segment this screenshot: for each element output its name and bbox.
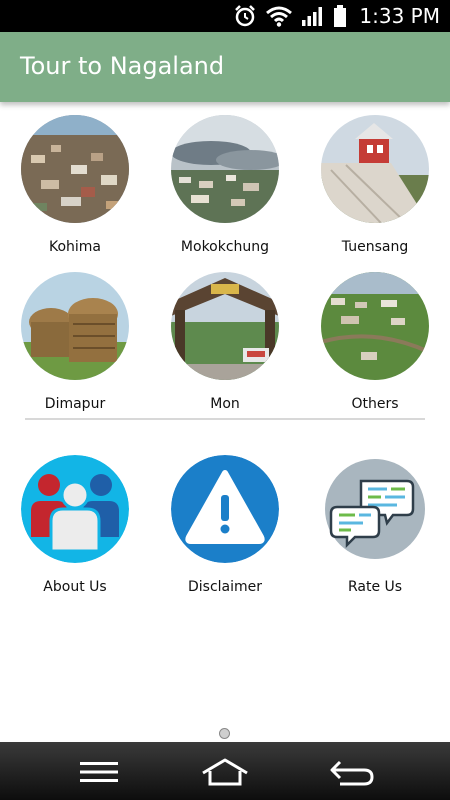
app-bar: Tour to Nagaland — [0, 32, 450, 102]
status-time: 1:33 PM — [359, 4, 440, 28]
tuensang-photo — [321, 115, 429, 223]
district-tile-mon[interactable]: Mon — [150, 272, 300, 412]
mokokchung-photo — [171, 115, 279, 223]
wifi-icon — [265, 5, 293, 27]
district-label: Mokokchung — [180, 239, 270, 255]
back-icon — [330, 760, 374, 786]
chat-bubbles-icon — [321, 455, 429, 563]
signal-icon — [301, 5, 325, 27]
district-label: Others — [351, 396, 399, 412]
section-divider — [25, 418, 425, 420]
disclaimer-button[interactable]: Disclaimer — [150, 455, 300, 595]
system-nav-bar — [0, 742, 450, 800]
people-icon — [21, 455, 129, 563]
home-icon — [202, 758, 248, 786]
district-label: Mon — [210, 396, 240, 412]
battery-icon — [333, 4, 347, 28]
district-tile-tuensang[interactable]: Tuensang — [300, 115, 450, 255]
menu-button[interactable] — [69, 752, 129, 792]
page-indicator-dot — [219, 728, 230, 739]
back-button[interactable] — [322, 752, 382, 792]
disclaimer-label: Disclaimer — [187, 579, 263, 595]
about-us-button[interactable]: About Us — [0, 455, 150, 595]
district-tile-dimapur[interactable]: Dimapur — [0, 272, 150, 412]
home-button[interactable] — [195, 752, 255, 792]
district-tile-kohima[interactable]: Kohima — [0, 115, 150, 255]
others-photo — [321, 272, 429, 380]
district-label: Kohima — [48, 239, 102, 255]
about-us-label: About Us — [43, 579, 107, 595]
kohima-photo — [21, 115, 129, 223]
alarm-icon — [233, 4, 257, 28]
warning-icon — [171, 455, 279, 563]
rate-us-button[interactable]: Rate Us — [300, 455, 450, 595]
district-label: Dimapur — [44, 396, 106, 412]
district-tile-mokokchung[interactable]: Mokokchung — [150, 115, 300, 255]
dimapur-photo — [21, 272, 129, 380]
status-bar: 1:33 PM — [0, 0, 450, 32]
menu-icon — [80, 762, 118, 782]
app-title: Tour to Nagaland — [20, 52, 225, 80]
district-tile-others[interactable]: Others — [300, 272, 450, 412]
mon-photo — [171, 272, 279, 380]
district-label: Tuensang — [341, 239, 409, 255]
rate-us-label: Rate Us — [347, 579, 403, 595]
